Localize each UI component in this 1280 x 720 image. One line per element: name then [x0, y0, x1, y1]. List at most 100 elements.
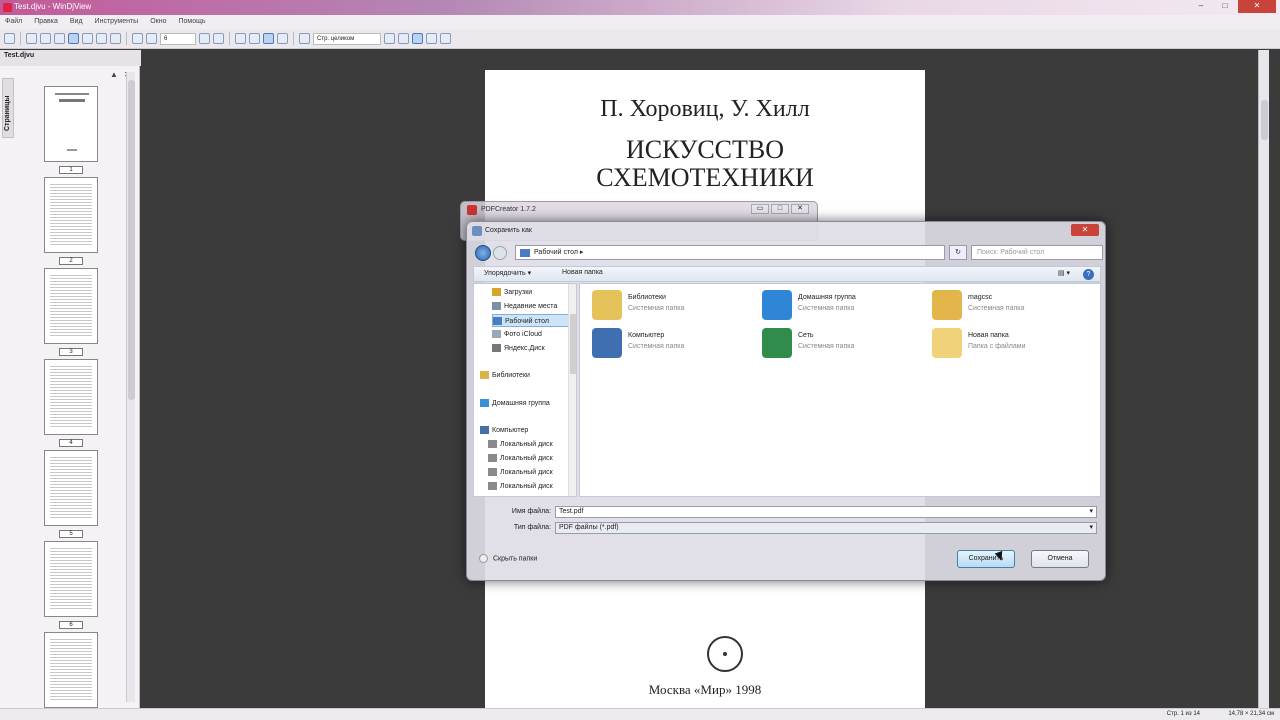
- pdfcreator-maximize-button[interactable]: □: [771, 204, 789, 214]
- file-item[interactable]: Новая папка Папка с файлами: [932, 328, 1092, 362]
- nav-item[interactable]: Фото iCloud: [492, 328, 576, 341]
- nav-item-label: Библиотеки: [492, 372, 530, 379]
- menu-view[interactable]: Вид: [70, 15, 83, 29]
- info-icon[interactable]: [440, 33, 451, 44]
- rotate-right-icon[interactable]: [249, 33, 260, 44]
- zoom-out-icon[interactable]: [299, 33, 310, 44]
- zoom-select[interactable]: Стр. целиком: [313, 32, 381, 45]
- nav-item[interactable]: Локальный диск: [488, 466, 576, 479]
- page-thumbnail[interactable]: [44, 632, 98, 708]
- nav-item[interactable]: Локальный диск: [488, 480, 576, 493]
- nav-item[interactable]: Локальный диск: [488, 452, 576, 465]
- filetype-select[interactable]: PDF файлы (*.pdf) ▾: [555, 522, 1097, 534]
- zoom-in-icon[interactable]: [384, 33, 395, 44]
- nav-item-label: Рабочий стол: [505, 318, 549, 325]
- nav-item-label: Домашняя группа: [492, 400, 550, 407]
- page-thumbnail[interactable]: [44, 359, 98, 435]
- user-folder-icon: [932, 290, 962, 320]
- nav-item[interactable]: Рабочий стол: [492, 314, 576, 327]
- cancel-button[interactable]: Отмена: [1031, 550, 1089, 568]
- menu-window[interactable]: Окно: [150, 15, 166, 29]
- fit-width-icon[interactable]: [412, 33, 423, 44]
- save-icon[interactable]: [40, 33, 51, 44]
- filetype-label: Тип файла:: [513, 524, 551, 531]
- menu-bar: Файл Правка Вид Инструменты Окно Помощь: [0, 15, 1280, 29]
- search-input[interactable]: Поиск: Рабочий стол: [971, 245, 1103, 260]
- next-page-icon[interactable]: [199, 33, 210, 44]
- maximize-button[interactable]: □: [1214, 0, 1236, 13]
- file-item[interactable]: Сеть Системная папка: [762, 328, 922, 362]
- nav-item[interactable]: Яндекс.Диск: [492, 342, 576, 355]
- dialog-icon: [472, 226, 482, 236]
- page-number-input[interactable]: 6: [160, 32, 196, 45]
- select-tool-icon[interactable]: [82, 33, 93, 44]
- pdfcreator-controls: ▭ □ ✕: [751, 204, 809, 214]
- thumbnail-scrollbar[interactable]: [126, 72, 135, 702]
- first-page-icon[interactable]: [132, 33, 143, 44]
- recent-places-icon: [492, 302, 501, 311]
- downloads-icon: [492, 288, 501, 297]
- hide-folders-toggle[interactable]: Скрыть папки: [479, 554, 537, 563]
- file-item[interactable]: Домашняя группа Системная папка: [762, 290, 922, 324]
- address-bar[interactable]: Рабочий стол ▸: [515, 245, 945, 260]
- dialog-close-button[interactable]: ✕: [1071, 224, 1099, 236]
- view-options-button[interactable]: ▤ ▾: [1058, 269, 1070, 277]
- export-icon[interactable]: [54, 33, 65, 44]
- print-icon[interactable]: [26, 33, 37, 44]
- menu-tools[interactable]: Инструменты: [95, 15, 139, 29]
- forward-arrow-icon[interactable]: [493, 246, 507, 260]
- desktop-icon: [493, 317, 502, 326]
- pdfcreator-close-button[interactable]: ✕: [791, 204, 809, 214]
- file-item[interactable]: magcsc Системная папка: [932, 290, 1092, 324]
- minimize-button[interactable]: –: [1190, 0, 1212, 13]
- page-thumbnail[interactable]: [44, 86, 98, 162]
- libraries-icon: [480, 371, 489, 380]
- menu-help[interactable]: Помощь: [178, 15, 205, 29]
- file-item[interactable]: Библиотеки Системная папка: [592, 290, 752, 324]
- pages-tab[interactable]: Страницы: [2, 78, 14, 138]
- nav-item[interactable]: Загрузки: [492, 286, 576, 299]
- fit-page-icon[interactable]: [398, 33, 409, 44]
- back-arrow-icon[interactable]: [475, 245, 491, 261]
- nav-item-label: Компьютер: [492, 427, 529, 434]
- page-thumbnail[interactable]: [44, 268, 98, 344]
- save-button[interactable]: Сохранить: [957, 550, 1015, 568]
- find-icon[interactable]: [110, 33, 121, 44]
- page-thumbnail[interactable]: [44, 450, 98, 526]
- filename-input[interactable]: Test.pdf ▾: [555, 506, 1097, 518]
- rotate-left-icon[interactable]: [235, 33, 246, 44]
- prev-page-icon[interactable]: [146, 33, 157, 44]
- chevron-down-icon[interactable]: ▾: [1089, 507, 1093, 517]
- menu-edit[interactable]: Правка: [34, 15, 58, 29]
- hand-tool-icon[interactable]: [68, 33, 79, 44]
- nav-item[interactable]: Домашняя группа: [480, 397, 572, 410]
- nav-item-label: Локальный диск: [500, 441, 553, 448]
- settings-icon[interactable]: [426, 33, 437, 44]
- close-button[interactable]: ✕: [1238, 0, 1276, 13]
- pdfcreator-minimize-button[interactable]: ▭: [751, 204, 769, 214]
- nav-item[interactable]: Локальный диск: [488, 438, 576, 451]
- nav-item[interactable]: Библиотеки: [480, 369, 572, 382]
- page-number: 3: [59, 348, 83, 356]
- nav-scrollbar[interactable]: [568, 284, 576, 496]
- last-page-icon[interactable]: [213, 33, 224, 44]
- page-thumbnail[interactable]: [44, 177, 98, 253]
- new-folder-button[interactable]: Новая папка: [562, 269, 603, 276]
- page-thumbnail[interactable]: [44, 541, 98, 617]
- help-icon[interactable]: ?: [1083, 269, 1094, 280]
- file-item[interactable]: Компьютер Системная папка: [592, 328, 752, 362]
- zoom-tool-icon[interactable]: [96, 33, 107, 44]
- continuous-icon[interactable]: [277, 33, 288, 44]
- menu-file[interactable]: Файл: [5, 15, 22, 29]
- refresh-button[interactable]: ↻: [949, 245, 967, 260]
- organize-button[interactable]: Упорядочить ▾: [484, 269, 531, 277]
- panel-pin-icon[interactable]: ▲: [110, 70, 118, 79]
- file-type: Системная папка: [968, 305, 1025, 312]
- document-scrollbar[interactable]: [1258, 50, 1269, 708]
- nav-item[interactable]: Компьютер: [480, 424, 572, 437]
- chevron-down-icon[interactable]: ▾: [1089, 523, 1093, 533]
- tab-test-djvu[interactable]: Test.djvu: [4, 52, 34, 64]
- open-icon[interactable]: [4, 33, 15, 44]
- single-page-icon[interactable]: [263, 33, 274, 44]
- nav-item[interactable]: Недавние места: [492, 300, 576, 313]
